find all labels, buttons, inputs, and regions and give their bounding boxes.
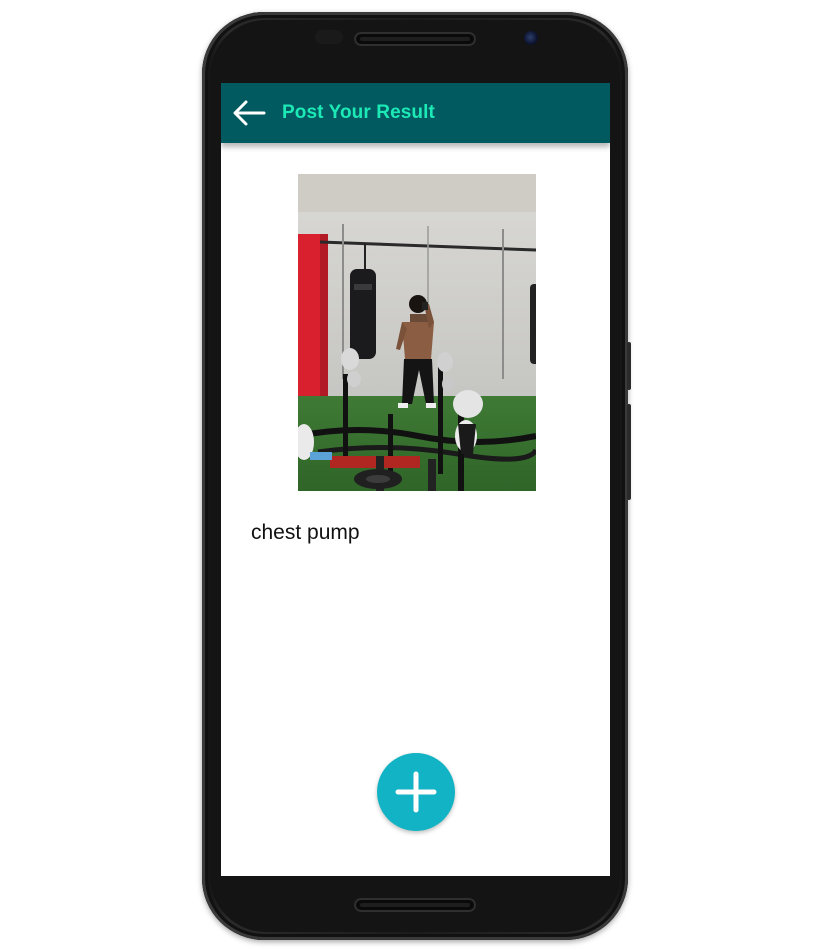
post-caption: chest pump xyxy=(251,521,360,544)
volume-button xyxy=(627,342,631,390)
power-button xyxy=(627,404,631,500)
add-post-button[interactable] xyxy=(377,753,455,831)
device-stage: Post Your Result chest pump xyxy=(0,0,830,950)
arrow-back-icon xyxy=(233,100,266,126)
bottom-speaker xyxy=(354,898,476,912)
gym-photo-image xyxy=(298,174,536,491)
front-camera xyxy=(524,31,538,45)
proximity-sensor xyxy=(315,30,343,44)
result-photo[interactable] xyxy=(298,174,536,491)
earpiece-speaker xyxy=(354,32,476,46)
app-screen: Post Your Result chest pump xyxy=(221,83,610,876)
app-bar: Post Your Result xyxy=(221,83,610,143)
page-title: Post Your Result xyxy=(282,102,435,123)
back-button[interactable] xyxy=(231,97,267,129)
plus-icon xyxy=(395,771,437,813)
